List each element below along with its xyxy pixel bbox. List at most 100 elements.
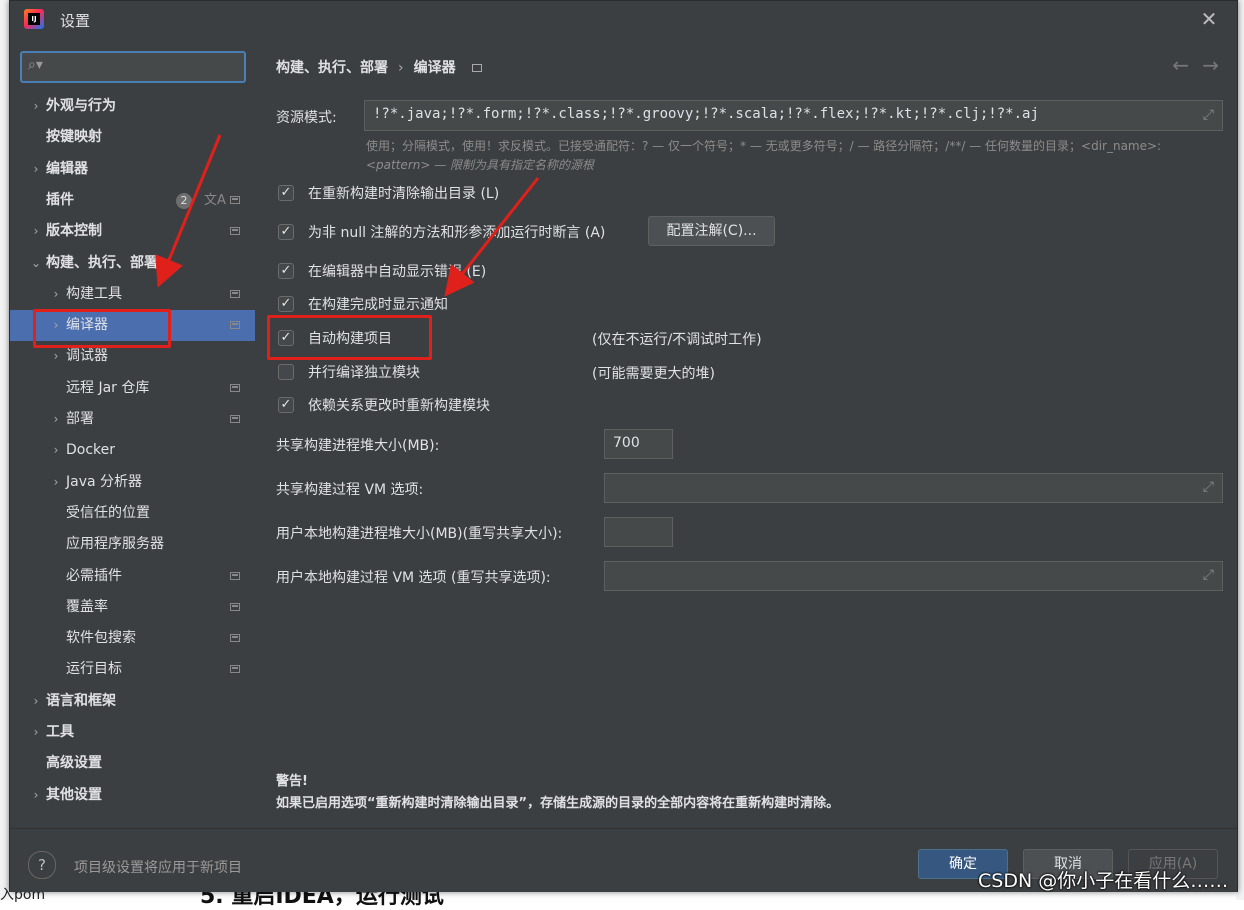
- chevron-right-icon[interactable]: ›: [50, 435, 62, 466]
- sidebar-item-label: 构建工具: [66, 286, 122, 302]
- footer-hint: 项目级设置将应用于新项目: [74, 860, 242, 876]
- sidebar-item[interactable]: › 其他设置: [10, 780, 255, 811]
- settings-dialog: IJ 设置 ✕ ⌕▾ › 外观与行为 按键映射 › 编辑器 插件 2 文A › 版本控制 ⌄ 构建、执…: [9, 0, 1238, 892]
- sidebar-item-label: 受信任的位置: [66, 505, 150, 521]
- user-heap-label: 用户本地构建进程堆大小(MB)(重写共享大小):: [276, 526, 563, 542]
- title-bar: IJ 设置 ✕: [10, 1, 1237, 39]
- sidebar-item[interactable]: › 外观与行为: [10, 91, 255, 122]
- checkbox-checked[interactable]: ✓: [278, 397, 294, 413]
- update-count-badge: 2: [176, 193, 192, 209]
- checkbox-label[interactable]: 在重新构建时清除输出目录 (L): [308, 183, 499, 205]
- sidebar-item[interactable]: 必需插件: [10, 561, 255, 592]
- sidebar-item-label: Java 分析器: [66, 474, 143, 490]
- chevron-right-icon[interactable]: ›: [30, 216, 42, 247]
- sidebar-item[interactable]: › Java 分析器: [10, 467, 255, 498]
- chevron-right-icon[interactable]: ›: [30, 154, 42, 185]
- project-scope-icon: [230, 196, 240, 204]
- chevron-right-icon[interactable]: ›: [30, 686, 42, 717]
- chevron-right-icon[interactable]: ›: [50, 467, 62, 498]
- chevron-right-icon[interactable]: ›: [30, 717, 42, 748]
- sidebar-item[interactable]: › 调试器: [10, 341, 255, 372]
- sidebar-item-label: 覆盖率: [66, 599, 108, 615]
- sidebar-item[interactable]: › 工具: [10, 717, 255, 748]
- chevron-right-icon[interactable]: ›: [50, 310, 62, 341]
- checkbox-checked[interactable]: ✓: [278, 330, 294, 346]
- search-icon: ⌕▾: [28, 57, 43, 73]
- shared-vm-input[interactable]: ⤢: [604, 473, 1223, 503]
- chevron-right-icon[interactable]: ›: [30, 780, 42, 811]
- chevron-down-icon[interactable]: ⌄: [30, 248, 42, 279]
- checkbox-checked[interactable]: ✓: [278, 263, 294, 279]
- expand-icon[interactable]: ⤢: [1203, 567, 1214, 583]
- sidebar-item[interactable]: 覆盖率: [10, 592, 255, 623]
- checkbox-label[interactable]: 在构建完成时显示通知: [308, 294, 448, 316]
- breadcrumb-separator: ›: [398, 60, 404, 76]
- hint-line-2: <pattern> — 限制为具有指定名称的源根: [366, 158, 595, 172]
- sidebar-item[interactable]: › 编译器: [10, 310, 255, 341]
- project-scope-icon: [230, 321, 240, 329]
- sidebar-item[interactable]: › Docker: [10, 435, 255, 466]
- checkbox-label[interactable]: 在编辑器中自动显示错误 (E): [308, 261, 486, 283]
- chevron-right-icon[interactable]: ›: [50, 341, 62, 372]
- sidebar-item[interactable]: 按键映射: [10, 122, 255, 153]
- checkbox-checked[interactable]: ✓: [278, 185, 294, 201]
- sidebar-item[interactable]: › 构建工具: [10, 279, 255, 310]
- project-scope-icon: [230, 415, 240, 423]
- expand-icon[interactable]: ⤢: [1203, 107, 1214, 123]
- close-icon[interactable]: ✕: [1199, 9, 1219, 29]
- checkbox-label[interactable]: 依赖关系更改时重新构建模块: [308, 395, 490, 417]
- project-scope-icon: [230, 572, 240, 580]
- settings-sidebar: ⌕▾ › 外观与行为 按键映射 › 编辑器 插件 2 文A › 版本控制 ⌄ 构建、执行、部署 › 构建工…: [10, 39, 255, 828]
- project-scope-icon: [230, 384, 240, 392]
- sidebar-item-label: 其他设置: [46, 787, 102, 803]
- configure-annotations-button[interactable]: 配置注解(C)...: [648, 216, 775, 246]
- sidebar-item-label: 构建、执行、部署: [46, 255, 158, 271]
- checkbox-unchecked[interactable]: [278, 364, 294, 380]
- expand-icon[interactable]: ⤢: [1203, 479, 1214, 495]
- translate-icon: 文A: [204, 193, 226, 208]
- sidebar-item-label: 编辑器: [46, 161, 88, 177]
- sidebar-item-label: 语言和框架: [46, 693, 116, 709]
- project-scope-icon: [230, 290, 240, 298]
- forward-arrow-icon[interactable]: →: [1202, 53, 1219, 77]
- search-input[interactable]: ⌕▾: [20, 51, 246, 83]
- warning-title: 警告!: [276, 774, 308, 789]
- sidebar-item[interactable]: 应用程序服务器: [10, 529, 255, 560]
- resource-patterns-value: !?*.java;!?*.form;!?*.class;!?*.groovy;!…: [373, 106, 1039, 122]
- dialog-title: 设置: [60, 12, 91, 30]
- sidebar-item[interactable]: 受信任的位置: [10, 498, 255, 529]
- sidebar-item[interactable]: 远程 Jar 仓库: [10, 373, 255, 404]
- sidebar-item[interactable]: › 部署: [10, 404, 255, 435]
- chevron-right-icon[interactable]: ›: [30, 91, 42, 122]
- checkbox-label[interactable]: 为非 null 注解的方法和形参添加运行时断言 (A): [308, 222, 605, 244]
- back-arrow-icon[interactable]: ←: [1172, 53, 1189, 77]
- user-vm-input[interactable]: ⤢: [604, 561, 1223, 591]
- breadcrumb-parent[interactable]: 构建、执行、部署: [276, 60, 388, 76]
- chevron-right-icon[interactable]: ›: [50, 404, 62, 435]
- checkbox-label[interactable]: 并行编译独立模块: [308, 362, 420, 384]
- sidebar-item[interactable]: 插件 2 文A: [10, 185, 255, 216]
- sidebar-item-label: 外观与行为: [46, 98, 116, 114]
- checkbox-checked[interactable]: ✓: [278, 224, 294, 240]
- breadcrumb: 构建、执行、部署 › 编译器: [276, 57, 482, 77]
- shared-vm-label: 共享构建过程 VM 选项:: [276, 482, 424, 498]
- chevron-right-icon[interactable]: ›: [50, 279, 62, 310]
- checkbox-label[interactable]: 自动构建项目: [308, 328, 392, 350]
- sidebar-item[interactable]: ⌄ 构建、执行、部署: [10, 248, 255, 279]
- sidebar-item[interactable]: 运行目标: [10, 654, 255, 685]
- sidebar-item-label: 版本控制: [46, 223, 102, 239]
- help-icon[interactable]: ?: [28, 851, 56, 879]
- project-scope-icon: [230, 634, 240, 642]
- shared-heap-input[interactable]: 700: [604, 429, 673, 459]
- sidebar-item[interactable]: › 版本控制: [10, 216, 255, 247]
- user-heap-input[interactable]: [604, 517, 673, 547]
- sidebar-item-label: 插件: [46, 192, 74, 208]
- resource-patterns-input[interactable]: !?*.java;!?*.form;!?*.class;!?*.groovy;!…: [364, 100, 1223, 131]
- resource-patterns-hint: 使用；分隔模式，使用！求反模式。已接受通配符：? — 仅一个符号；* — 无或更…: [366, 137, 1226, 175]
- sidebar-item[interactable]: 软件包搜索: [10, 623, 255, 654]
- sidebar-item[interactable]: › 编辑器: [10, 154, 255, 185]
- sidebar-item[interactable]: › 语言和框架: [10, 686, 255, 717]
- checkbox-note: (仅在不运行/不调试时工作): [592, 332, 762, 348]
- checkbox-checked[interactable]: ✓: [278, 296, 294, 312]
- sidebar-item[interactable]: 高级设置: [10, 748, 255, 779]
